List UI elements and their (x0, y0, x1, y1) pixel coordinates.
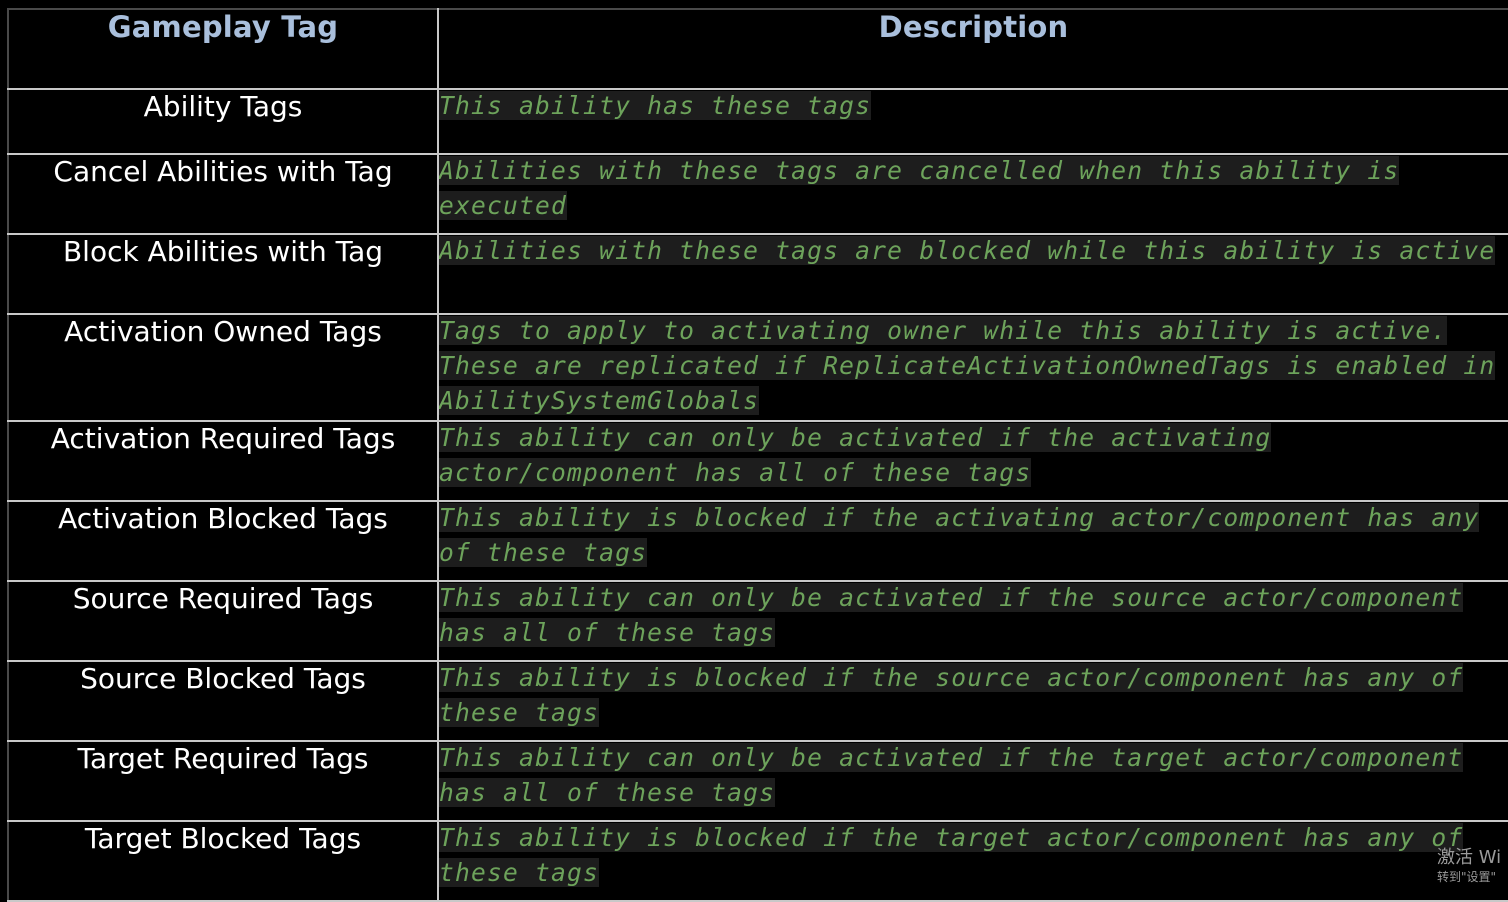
watermark-line-1: 激活 Wi (1437, 847, 1502, 868)
tag-name: Activation Blocked Tags (7, 500, 439, 582)
tag-description: This ability is blocked if the source ac… (439, 663, 1464, 727)
table-row: Target Blocked Tags This ability is bloc… (7, 820, 1508, 902)
table-row: Activation Blocked Tags This ability is … (7, 500, 1508, 582)
tag-description: This ability has these tags (439, 91, 872, 120)
tag-description-cell: This ability can only be activated if th… (437, 580, 1508, 662)
tag-name: Source Blocked Tags (7, 660, 439, 742)
tag-description-cell: This ability has these tags (437, 88, 1508, 155)
tag-name: Target Blocked Tags (7, 820, 439, 902)
tag-description-cell: Abilities with these tags are blocked wh… (437, 233, 1508, 315)
table-row: Activation Owned Tags Tags to apply to a… (7, 313, 1508, 422)
tag-description: Abilities with these tags are cancelled … (439, 156, 1400, 220)
tag-description-cell: This ability is blocked if the target ac… (437, 820, 1508, 902)
tag-name: Source Required Tags (7, 580, 439, 662)
table-row: Activation Required Tags This ability ca… (7, 420, 1508, 502)
tag-description: This ability can only be activated if th… (439, 743, 1464, 807)
tag-name: Activation Required Tags (7, 420, 439, 502)
tag-description-cell: This ability can only be activated if th… (437, 740, 1508, 822)
watermark-line-2: 转到"设置" (1437, 869, 1497, 884)
table-row: Cancel Abilities with Tag Abilities with… (7, 153, 1508, 235)
tag-description-cell: Abilities with these tags are cancelled … (437, 153, 1508, 235)
tag-description: This ability can only be activated if th… (439, 423, 1272, 487)
activation-watermark: 激活 Wi 转到"设置" (1437, 848, 1501, 884)
tag-name: Activation Owned Tags (7, 313, 439, 422)
table-row: Source Blocked Tags This ability is bloc… (7, 660, 1508, 742)
tag-name: Ability Tags (7, 88, 439, 155)
table-row: Source Required Tags This ability can on… (7, 580, 1508, 662)
tag-description-cell: This ability is blocked if the activatin… (437, 500, 1508, 582)
tag-description-cell: This ability is blocked if the source ac… (437, 660, 1508, 742)
tag-description: This ability is blocked if the target ac… (439, 823, 1464, 887)
header-row: Gameplay Tag Description (7, 8, 1508, 90)
tag-description-cell: Tags to apply to activating owner while … (437, 313, 1508, 422)
tag-name: Block Abilities with Tag (7, 233, 439, 315)
tag-description: Tags to apply to activating owner while … (439, 316, 1496, 415)
header-gameplay-tag: Gameplay Tag (7, 8, 439, 90)
gameplay-tags-table: Gameplay Tag Description Ability Tags Th… (7, 8, 1508, 902)
header-description: Description (437, 8, 1508, 90)
tag-description-cell: This ability can only be activated if th… (437, 420, 1508, 502)
table-row: Block Abilities with Tag Abilities with … (7, 233, 1508, 315)
table-row: Ability Tags This ability has these tags (7, 88, 1508, 155)
tag-description: This ability can only be activated if th… (439, 583, 1464, 647)
tag-description: Abilities with these tags are blocked wh… (439, 236, 1496, 265)
tag-name: Cancel Abilities with Tag (7, 153, 439, 235)
tag-name: Target Required Tags (7, 740, 439, 822)
tag-description: This ability is blocked if the activatin… (439, 503, 1480, 567)
table-row: Target Required Tags This ability can on… (7, 740, 1508, 822)
